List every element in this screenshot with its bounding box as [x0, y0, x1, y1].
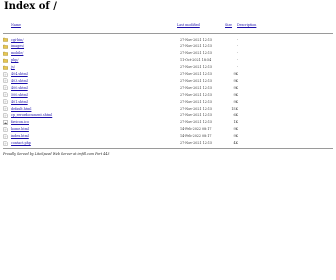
footer-divider: [3, 148, 333, 149]
entry-size: 9K: [233, 99, 238, 104]
sort-by-size-link[interactable]: Size: [225, 23, 232, 27]
folder-icon: [3, 58, 8, 63]
list-item[interactable]: 401.shtml 27-Nov-2021 12:15 9K: [3, 99, 333, 105]
list-item[interactable]: 400.shtml 27-Nov-2021 12:15 9K: [3, 85, 333, 91]
folder-icon: [3, 51, 8, 56]
list-item[interactable]: default.html 27-Nov-2021 12:15 15K: [3, 106, 333, 112]
list-item[interactable]: 403.shtml 27-Nov-2021 12:15 9K: [3, 78, 333, 84]
entry-size: 9K: [233, 72, 238, 76]
entry-name-link[interactable]: 403.shtml: [11, 79, 28, 83]
entry-name-link[interactable]: 404.shtml: [11, 72, 28, 76]
sort-by-description-link[interactable]: Description: [237, 23, 256, 27]
list-item[interactable]: cgi-bin/27-Nov-2021 12:15 -: [3, 37, 333, 43]
entry-name-link[interactable]: index.html: [11, 134, 29, 138]
file-icon: [3, 113, 8, 118]
entry-size: 9K: [233, 92, 238, 97]
entry-size: 15K: [231, 106, 238, 111]
entry-name-link[interactable]: php/: [11, 58, 18, 62]
entry-last-modified: 27-Nov-2021 12:15: [180, 85, 213, 90]
column-header-size[interactable]: Size: [225, 23, 232, 27]
entry-size: -: [236, 44, 238, 49]
file-icon: [3, 133, 8, 139]
folder-icon: [3, 65, 8, 70]
entry-last-modified: 27-Nov-2021 12:15: [180, 51, 213, 56]
entry-name-link[interactable]: 401.shtml: [11, 100, 28, 104]
entry-last-modified: 27-Nov-2021 12:15: [180, 120, 213, 125]
directory-listing-page: Index of / Name Last modified Size Descr…: [0, 0, 336, 280]
entry-last-modified: 27-Nov-2021 12:15: [180, 99, 213, 104]
list-item[interactable]: php/11-Oct-2021 18:54 -: [3, 58, 333, 64]
list-item[interactable]: home.html 14-Feb-2022 08:17 9K: [3, 126, 333, 133]
file-icon: [3, 99, 8, 104]
list-item[interactable]: contact.php 27-Nov-2021 12:15 4K: [3, 140, 333, 147]
entry-last-modified: 27-Nov-2021 12:15: [180, 141, 213, 145]
list-item[interactable]: js/27-Nov-2021 12:15 -: [3, 65, 333, 71]
header-divider: [3, 33, 333, 34]
entry-last-modified: 14-Feb-2022 08:17: [180, 134, 212, 139]
list-item[interactable]: images/27-Nov-2021 12:15 -: [3, 44, 333, 50]
entry-last-modified: 14-Feb-2022 08:17: [180, 127, 212, 132]
list-item[interactable]: cp_errordocument.shtml 27-Nov-2021 12:15 6…: [3, 113, 333, 119]
file-icon: [3, 85, 8, 91]
entry-name-link[interactable]: favicon.ico: [11, 120, 29, 124]
entry-last-modified: 27-Nov-2021 12:15: [180, 44, 213, 49]
folder-icon: [3, 37, 8, 42]
folder-icon: [3, 44, 8, 49]
entry-size: 9K: [233, 127, 238, 132]
image-icon: [3, 120, 8, 125]
file-icon: [3, 71, 8, 77]
column-header-last-modified[interactable]: Last modified: [177, 23, 200, 27]
entry-name-link[interactable]: 500.shtml: [11, 93, 28, 97]
entry-name-link[interactable]: home.html: [11, 127, 29, 131]
column-header-description[interactable]: Description: [237, 23, 256, 27]
entry-last-modified: 27-Nov-2021 12:15: [180, 106, 213, 111]
entry-name-link[interactable]: cgi-bin/: [11, 38, 24, 42]
entry-size: -: [236, 37, 238, 42]
entry-last-modified: 27-Nov-2021 12:15: [180, 113, 213, 118]
file-icon: [3, 92, 8, 97]
entry-size: 9K: [233, 134, 238, 139]
entry-name-link[interactable]: contact.php: [11, 141, 31, 145]
entry-last-modified: 27-Nov-2021 12:15: [180, 92, 213, 97]
entry-size: 9K: [233, 85, 238, 90]
file-icon: [3, 140, 8, 146]
entry-size: -: [236, 58, 238, 63]
entry-name-link[interactable]: default.html: [11, 107, 31, 111]
list-item[interactable]: favicon.ico 27-Nov-2021 12:15 1K: [3, 120, 333, 126]
column-header-name[interactable]: Name: [11, 23, 21, 27]
entry-last-modified: 27-Nov-2021 12:15: [180, 37, 213, 42]
sort-by-name-link[interactable]: Name: [11, 23, 21, 27]
entry-last-modified: 27-Nov-2021 12:15: [180, 65, 213, 70]
entry-name-link[interactable]: mobile/: [11, 51, 23, 55]
entry-size: 1K: [233, 120, 238, 125]
server-signature: Proudly Served by LiteSpeed Web Server a…: [3, 152, 110, 156]
file-icon: [3, 126, 8, 132]
entry-name-link[interactable]: 400.shtml: [11, 86, 28, 90]
entry-size: -: [236, 51, 238, 56]
file-icon: [3, 106, 8, 111]
list-item[interactable]: index.html 14-Feb-2022 08:17 9K: [3, 133, 333, 140]
sort-by-date-link[interactable]: Last modified: [177, 23, 200, 27]
entry-last-modified: 27-Nov-2021 12:15: [180, 78, 213, 83]
entry-name-link[interactable]: js/: [11, 65, 15, 69]
list-item[interactable]: 404.shtml 27-Nov-2021 12:15 9K: [3, 71, 333, 78]
entry-name-link[interactable]: cp_errordocument.shtml: [11, 113, 52, 117]
entry-last-modified: 11-Oct-2021 18:54: [180, 58, 212, 63]
entry-name-link[interactable]: images/: [11, 44, 24, 48]
page-title: Index of /: [4, 1, 57, 12]
file-icon: [3, 78, 8, 84]
entry-size: 9K: [233, 78, 238, 83]
entry-last-modified: 27-Nov-2021 12:15: [180, 72, 213, 76]
entry-size: 6K: [233, 113, 238, 118]
list-item[interactable]: mobile/27-Nov-2021 12:15 -: [3, 51, 333, 57]
entry-size: 4K: [233, 141, 238, 145]
entry-size: -: [236, 65, 238, 70]
list-item[interactable]: 500.shtml 27-Nov-2021 12:15 9K: [3, 92, 333, 98]
